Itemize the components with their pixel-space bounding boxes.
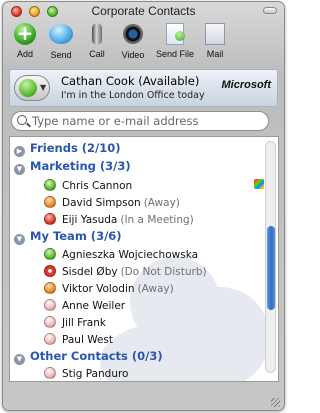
do-not-disturb-status-icon [44,265,56,277]
contact-name: David Simpson [62,197,141,209]
contact-name: Eiji Yasuda [62,214,118,226]
offline-status-icon [44,299,56,311]
away-status-icon [44,282,56,294]
contact-name: Sisdel Øby [62,266,118,278]
search-input[interactable] [32,113,262,129]
collapse-arrow-icon: ▼ [14,164,25,175]
contact-name: Stig Panduro [62,368,129,380]
available-status-icon [19,79,37,97]
contact-status-note: (Away) [137,283,174,295]
group-marketing[interactable]: ▼ Marketing (3/3) [14,159,131,177]
group-other-contacts[interactable]: ▼ Other Contacts (0/3) [14,349,163,367]
offline-status-icon [44,333,56,345]
microphone-icon [92,23,102,45]
contact-item[interactable]: David Simpson (Away) [44,196,180,214]
contact-name: Chris Cannon [62,180,133,192]
window-title: Corporate Contacts [91,4,196,18]
away-status-icon [44,196,56,208]
group-label: Marketing (3/3) [30,159,131,173]
contact-name: Anne Weiler [62,300,126,312]
contact-name: Jill Frank [62,317,106,329]
send-file-button[interactable]: Send File [153,22,197,59]
send-file-label: Send File [155,49,195,59]
status-bar [3,385,284,410]
search-box[interactable] [11,111,269,131]
add-button[interactable]: + Add [5,22,45,59]
toolbar-toggle-button[interactable] [263,7,277,14]
contact-status-note: (Do Not Disturb) [120,266,207,278]
mail-icon [205,23,225,45]
collapse-arrow-icon: ▼ [14,234,25,245]
group-label: Other Contacts (0/3) [30,349,163,363]
title-bar[interactable]: Corporate Contacts [3,2,284,20]
call-button[interactable]: Call [77,22,117,59]
contact-item[interactable]: Jill Frank [44,316,109,334]
presence-menu-button[interactable]: ▼ [14,75,50,101]
group-label: My Team (3/6) [30,229,122,243]
contact-status-note: (In a Meeting) [120,214,194,226]
search-icon [17,115,27,125]
contact-status-note: (Away) [143,197,180,209]
group-label: Friends (2/10) [30,141,121,155]
my-status-panel: ▼ Cathan Cook (Available) I'm in the Lon… [9,69,278,107]
vertical-scrollbar[interactable] [265,141,276,373]
mail-button[interactable]: Mail [195,22,235,59]
send-label: Send [50,50,72,60]
toolbar: + Add Send Call Video Send File Mail [3,22,284,66]
group-friends[interactable]: ▶ Friends (2/10) [14,141,121,159]
busy-status-icon [44,213,56,225]
online-status-icon [44,179,56,191]
mail-label: Mail [206,49,224,59]
contact-item[interactable]: Stig Panduro [44,367,131,381]
group-my-team[interactable]: ▼ My Team (3/6) [14,229,122,247]
online-status-icon [44,248,56,260]
contact-name: Paul West [62,334,114,346]
contact-name: Agnieszka Wojciechowska [62,249,199,261]
collapse-arrow-icon: ▼ [14,354,25,365]
video-label: Video [121,50,145,60]
offline-status-icon [44,367,56,379]
contact-item[interactable]: Anne Weiler [44,299,128,317]
microsoft-logo: Microsoft [221,79,272,91]
contact-item[interactable]: Agnieszka Wojciechowska [44,248,201,266]
send-file-icon [166,23,184,45]
resize-grip-icon[interactable] [271,398,280,407]
offline-status-icon [44,316,56,328]
send-button[interactable]: Send [41,22,81,60]
contact-name: Viktor Volodin [62,283,135,295]
contact-list[interactable]: ▶ Friends (2/10) ▼ Marketing (3/3) Chris C… [9,136,279,382]
add-contact-icon: + [14,23,36,45]
contact-item[interactable]: Viktor Volodin (Away) [44,282,174,300]
windows-logo-icon [254,179,264,189]
my-display-name[interactable]: Cathan Cook (Available) [61,74,199,88]
video-button[interactable]: Video [113,22,153,60]
my-personal-message[interactable]: I'm in the London Office today [61,90,205,101]
contact-item[interactable]: Sisdel Øby (Do Not Disturb) [44,265,207,283]
add-label: Add [16,49,33,59]
scrollbar-thumb[interactable] [267,226,275,310]
chevron-down-icon: ▼ [40,83,47,92]
webcam-icon [123,24,143,44]
contact-item[interactable]: Chris Cannon [44,179,135,197]
call-label: Call [89,49,105,59]
expand-arrow-icon: ▶ [14,146,25,157]
send-message-icon [49,24,73,44]
contacts-window: Corporate Contacts + Add Send Call Video… [2,1,285,411]
